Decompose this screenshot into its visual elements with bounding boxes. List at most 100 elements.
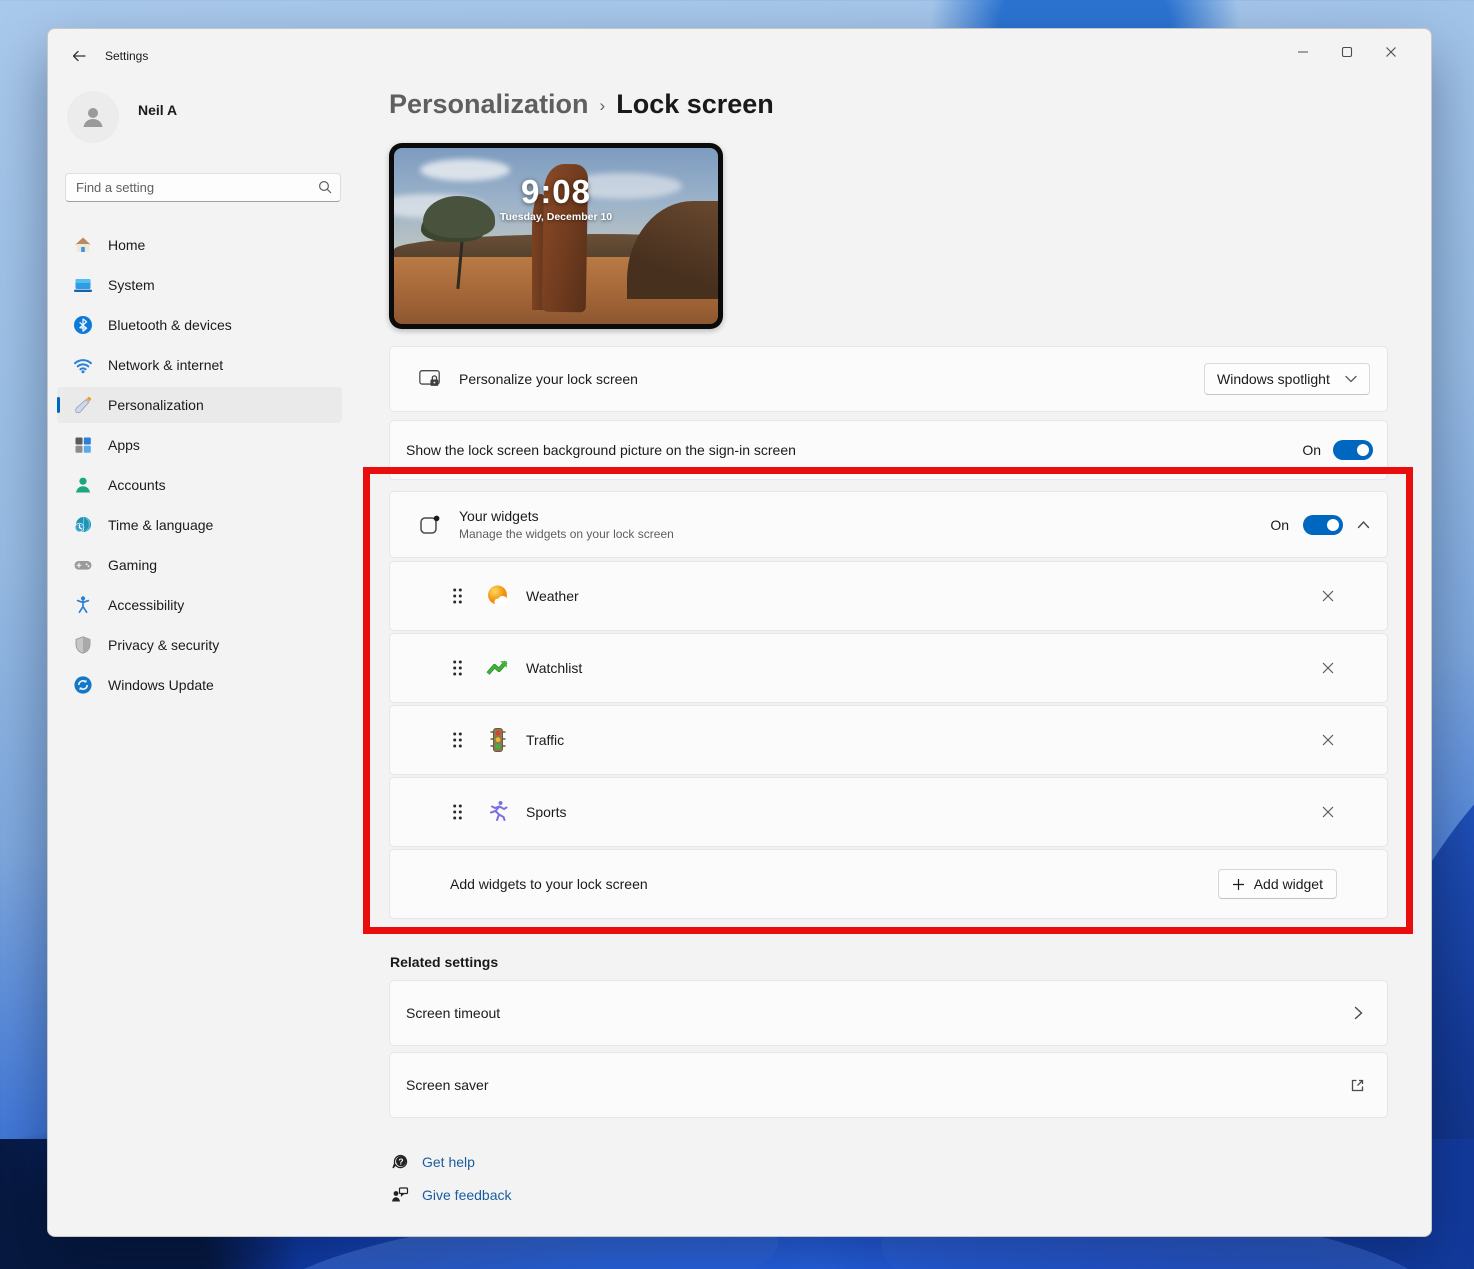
widget-row-weather: Weather [389,561,1388,631]
maximize-button[interactable] [1325,37,1369,67]
widgets-toggle[interactable] [1303,515,1343,535]
external-link-icon [1350,1078,1365,1093]
clock-globe-icon [73,515,93,535]
search-box[interactable] [65,173,341,202]
chevron-up-icon[interactable] [1357,520,1370,529]
widget-row-traffic: Traffic [389,705,1388,775]
sidebar-item-privacy-security[interactable]: Privacy & security [57,627,342,663]
app-title: Settings [105,49,148,63]
get-help-link[interactable]: ? Get help [390,1152,475,1172]
sidebar-item-label: Privacy & security [108,637,219,653]
sidebar-item-accessibility[interactable]: Accessibility [57,587,342,623]
drag-handle-icon[interactable] [452,587,463,605]
apps-icon [73,435,93,455]
sports-runner-icon [485,799,511,825]
wifi-icon [73,355,93,375]
add-widget-button[interactable]: Add widget [1218,869,1337,899]
widgets-subtitle: Manage the widgets on your lock screen [459,527,674,541]
personalize-label: Personalize your lock screen [459,371,638,387]
paintbrush-icon [73,395,93,415]
sidebar-item-time-language[interactable]: Time & language [57,507,342,543]
shield-icon [73,635,93,655]
your-widgets-card[interactable]: Your widgets Manage the widgets on your … [389,491,1388,558]
sidebar-nav: Home System Bluetooth & devices Network … [57,227,342,707]
avatar[interactable] [67,91,119,143]
sidebar-item-label: Home [108,237,145,253]
sidebar-item-windows-update[interactable]: Windows Update [57,667,342,703]
widget-label: Weather [526,588,579,604]
breadcrumb-parent[interactable]: Personalization [389,89,589,120]
related-settings-heading: Related settings [390,954,498,970]
signin-background-label: Show the lock screen background picture … [406,442,796,458]
sidebar-item-label: Accounts [108,477,166,493]
screen-timeout-label: Screen timeout [406,1005,500,1021]
sidebar-item-system[interactable]: System [57,267,342,303]
close-x-icon [1321,589,1335,603]
widget-label: Sports [526,804,566,820]
close-icon [1385,46,1397,58]
personalize-lock-screen-card: Personalize your lock screen Windows spo… [389,346,1388,412]
weather-icon [485,583,511,609]
drag-handle-icon[interactable] [452,659,463,677]
sidebar-item-home[interactable]: Home [57,227,342,263]
preview-time: 9:08 [394,173,718,211]
home-icon [73,235,93,255]
plus-icon [1232,878,1245,891]
widgets-icon [418,513,442,537]
give-feedback-link[interactable]: Give feedback [390,1185,512,1205]
minimize-icon [1297,46,1309,58]
widgets-title: Your widgets [459,508,674,524]
person-icon [78,102,108,132]
sidebar-item-label: Accessibility [108,597,184,613]
sidebar-item-label: Apps [108,437,140,453]
lock-screen-icon [418,367,442,391]
lock-screen-preview: 9:08 Tuesday, December 10 [389,143,723,329]
drag-handle-icon[interactable] [452,803,463,821]
screen-saver-row[interactable]: Screen saver [389,1052,1388,1118]
widget-label: Traffic [526,732,564,748]
back-button[interactable] [69,46,89,66]
remove-widget-button[interactable] [1321,589,1335,603]
sidebar-item-label: Time & language [108,517,213,533]
watchlist-icon [485,655,511,681]
search-icon [318,180,332,194]
remove-widget-button[interactable] [1321,733,1335,747]
search-input[interactable] [65,173,341,202]
sidebar-item-network-internet[interactable]: Network & internet [57,347,342,383]
accounts-icon [73,475,93,495]
sidebar-item-accounts[interactable]: Accounts [57,467,342,503]
toggle-state-label: On [1302,442,1321,458]
add-widgets-label: Add widgets to your lock screen [450,876,648,892]
maximize-icon [1341,46,1353,58]
screen-saver-label: Screen saver [406,1077,488,1093]
lock-screen-mode-dropdown[interactable]: Windows spotlight [1204,363,1370,395]
page-title: Lock screen [616,89,774,120]
sidebar-item-bluetooth-devices[interactable]: Bluetooth & devices [57,307,342,343]
feedback-icon [390,1185,410,1205]
give-feedback-label: Give feedback [422,1187,512,1203]
sidebar-item-gaming[interactable]: Gaming [57,547,342,583]
close-button[interactable] [1369,37,1413,67]
signin-background-toggle[interactable] [1333,440,1373,460]
svg-text:?: ? [398,1156,403,1166]
breadcrumb: Personalization › Lock screen [389,89,774,120]
sidebar-item-personalization[interactable]: Personalization [57,387,342,423]
breadcrumb-separator: › [600,93,606,116]
sidebar-item-label: Network & internet [108,357,223,373]
sidebar-item-label: Windows Update [108,677,214,693]
update-icon [73,675,93,695]
close-x-icon [1321,661,1335,675]
sidebar-item-label: System [108,277,155,293]
bluetooth-icon [73,315,93,335]
close-x-icon [1321,733,1335,747]
settings-window: Settings Neil A Home System Bluetooth [47,28,1432,1237]
screen-timeout-row[interactable]: Screen timeout [389,980,1388,1046]
sidebar-item-apps[interactable]: Apps [57,427,342,463]
remove-widget-button[interactable] [1321,805,1335,819]
close-x-icon [1321,805,1335,819]
drag-handle-icon[interactable] [452,731,463,749]
remove-widget-button[interactable] [1321,661,1335,675]
signin-background-card: Show the lock screen background picture … [389,420,1388,480]
widget-row-watchlist: Watchlist [389,633,1388,703]
minimize-button[interactable] [1281,37,1325,67]
